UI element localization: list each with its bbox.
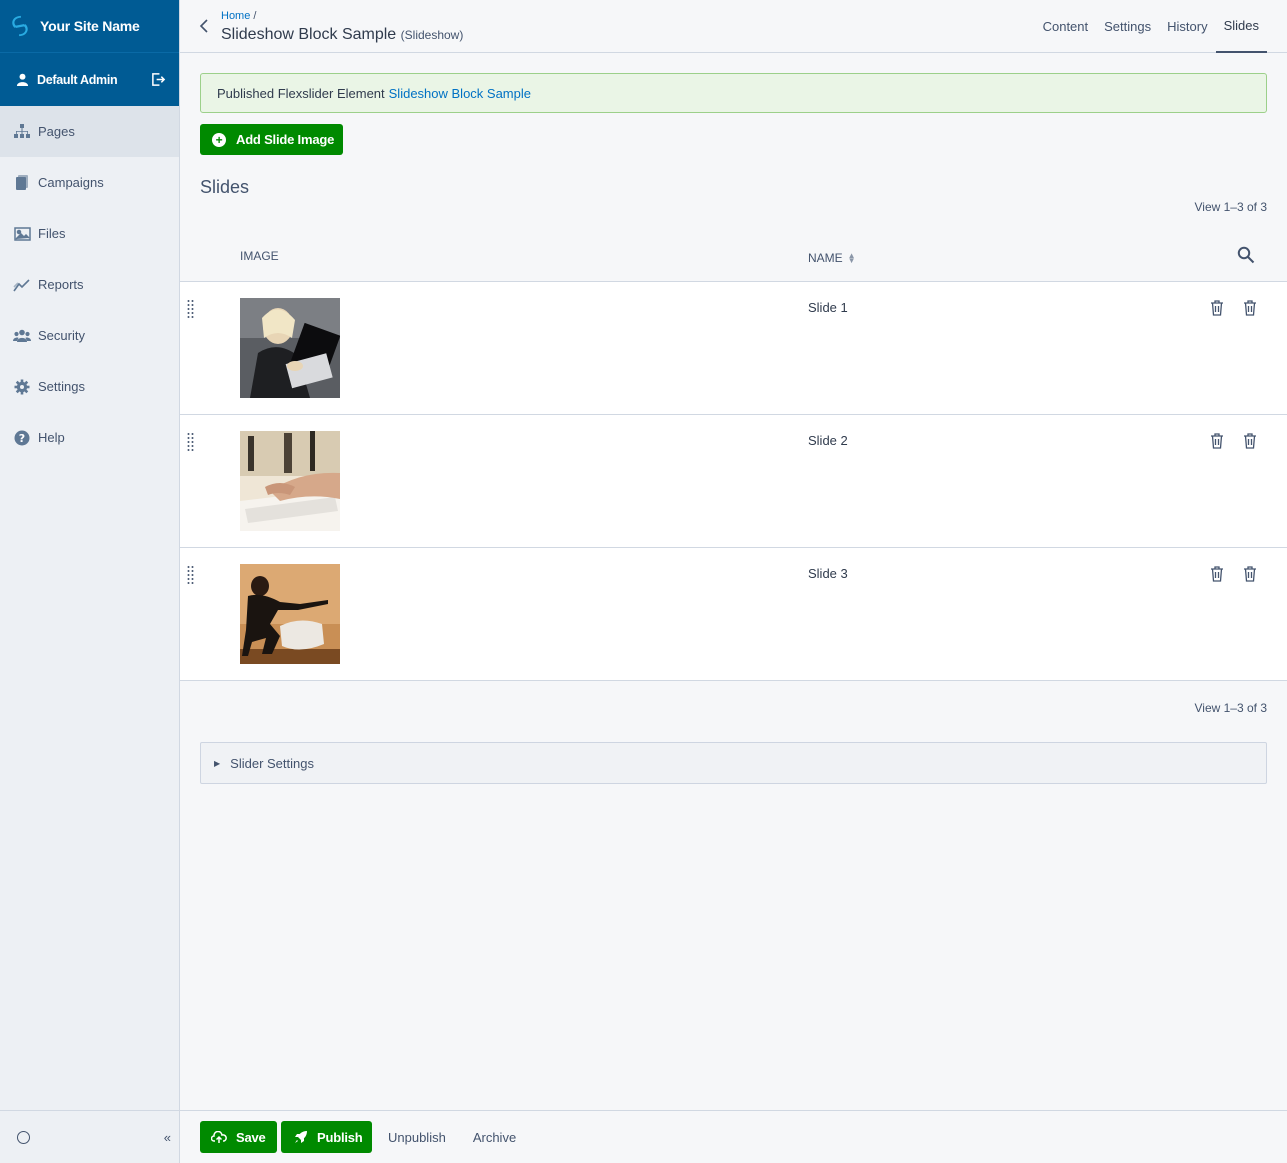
- image-icon: [13, 225, 31, 243]
- collapse-sidebar-button[interactable]: «: [164, 1130, 171, 1145]
- breadcrumb-home-link[interactable]: Home: [221, 10, 250, 22]
- slide-thumbnail: [240, 298, 340, 398]
- user-icon: [16, 73, 29, 86]
- user-bar: Default Admin: [0, 52, 179, 106]
- sort-icon: ▲ ▼: [847, 251, 856, 265]
- column-header-name[interactable]: NAME ▲ ▼: [808, 251, 856, 265]
- alert-link[interactable]: Slideshow Block Sample: [389, 86, 531, 101]
- grid-header: IMAGE NAME ▲ ▼: [180, 233, 1287, 282]
- trash-icon[interactable]: [1243, 300, 1257, 316]
- sitemap-icon: [13, 123, 31, 141]
- save-label: Save: [236, 1129, 266, 1145]
- sidebar-footer: «: [0, 1110, 179, 1163]
- add-slide-image-label: Add Slide Image: [236, 132, 335, 147]
- nav-label: Campaigns: [38, 175, 104, 190]
- campaigns-icon: [13, 174, 31, 192]
- table-row[interactable]: Slide 1: [180, 282, 1287, 415]
- caret-right-icon: ▶: [214, 758, 221, 768]
- delete-icon[interactable]: [1210, 566, 1224, 582]
- plus-circle-icon: +: [212, 132, 226, 147]
- table-row[interactable]: Slide 2: [180, 415, 1287, 548]
- rocket-icon: [295, 1131, 307, 1143]
- page-title-text: Slideshow Block Sample: [221, 26, 397, 43]
- slides-grid: IMAGE NAME ▲ ▼ Slide 1 Slide 2 Slide 3: [180, 233, 1287, 681]
- search-icon[interactable]: [1237, 246, 1255, 264]
- save-button[interactable]: Save: [200, 1121, 277, 1153]
- page-subtitle: (Slideshow): [400, 28, 464, 42]
- nav-label: Pages: [38, 124, 75, 139]
- tab-history[interactable]: History: [1159, 0, 1215, 53]
- site-logo-icon: [12, 15, 28, 37]
- header-tabs: Content Settings History Slides: [1035, 0, 1267, 53]
- table-row[interactable]: Slide 3: [180, 548, 1287, 681]
- page-header: Home / Slideshow Block Sample (Slideshow…: [180, 0, 1287, 53]
- alert-text: Published Flexslider Element: [217, 85, 385, 101]
- nav-label: Help: [38, 430, 65, 445]
- sidebar: Your Site Name Default Admin Pages Campa…: [0, 0, 180, 1163]
- main-nav: Pages Campaigns Files Reports Security S…: [0, 106, 179, 463]
- cloud-upload-icon: [211, 1130, 227, 1143]
- nav-item-security[interactable]: Security: [0, 310, 179, 361]
- nav-label: Settings: [38, 379, 85, 394]
- chart-line-icon: [13, 276, 31, 294]
- breadcrumb-separator: /: [253, 10, 257, 22]
- user-name[interactable]: Default Admin: [37, 73, 151, 87]
- tab-slides[interactable]: Slides: [1215, 0, 1267, 53]
- status-circle-icon[interactable]: [17, 1130, 30, 1144]
- users-icon: [13, 327, 31, 345]
- tab-settings[interactable]: Settings: [1096, 0, 1159, 53]
- delete-icon[interactable]: [1210, 433, 1224, 449]
- nav-label: Security: [38, 328, 85, 343]
- nav-item-files[interactable]: Files: [0, 208, 179, 259]
- help-icon: ?: [13, 429, 31, 447]
- slide-thumbnail: [240, 431, 340, 531]
- drag-handle-icon[interactable]: [187, 432, 194, 452]
- unpublish-button[interactable]: Unpublish: [388, 1130, 446, 1145]
- drag-handle-icon[interactable]: [187, 299, 194, 319]
- slide-name[interactable]: Slide 3: [808, 566, 848, 581]
- nav-item-pages[interactable]: Pages: [0, 106, 179, 157]
- column-header-name-label: NAME: [808, 251, 843, 265]
- trash-icon[interactable]: [1243, 566, 1257, 582]
- nav-item-settings[interactable]: Settings: [0, 361, 179, 412]
- slide-thumbnail: [240, 564, 340, 664]
- slide-name[interactable]: Slide 2: [808, 433, 848, 448]
- site-name: Your Site Name: [40, 18, 140, 34]
- trash-icon[interactable]: [1243, 433, 1257, 449]
- archive-button[interactable]: Archive: [473, 1130, 516, 1145]
- view-count-top: View 1–3 of 3: [1194, 200, 1268, 214]
- svg-text:?: ?: [19, 432, 25, 445]
- success-alert: Published Flexslider Element Slideshow B…: [200, 73, 1267, 113]
- slider-settings-accordion[interactable]: ▶ Slider Settings: [200, 742, 1267, 784]
- brand-bar[interactable]: Your Site Name: [0, 0, 179, 52]
- accordion-label: Slider Settings: [230, 755, 314, 771]
- publish-label: Publish: [317, 1129, 363, 1145]
- tab-content[interactable]: Content: [1035, 0, 1097, 53]
- view-count-bottom: View 1–3 of 3: [1194, 701, 1268, 715]
- nav-label: Files: [38, 226, 66, 241]
- action-bar: Save Publish Unpublish Archive: [180, 1110, 1287, 1163]
- section-title: Slides: [200, 177, 250, 197]
- gear-icon: [13, 378, 31, 396]
- publish-button[interactable]: Publish: [281, 1121, 372, 1153]
- delete-icon[interactable]: [1210, 300, 1224, 316]
- page-title: Slideshow Block Sample (Slideshow): [221, 26, 463, 44]
- breadcrumb: Home /: [221, 10, 256, 22]
- add-slide-image-button[interactable]: + Add Slide Image: [200, 124, 343, 155]
- back-arrow-icon[interactable]: [197, 17, 211, 35]
- slide-name[interactable]: Slide 1: [808, 300, 848, 315]
- nav-item-help[interactable]: ? Help: [0, 412, 179, 463]
- main-content: Published Flexslider Element Slideshow B…: [180, 53, 1287, 1110]
- column-header-image: IMAGE: [240, 249, 279, 263]
- logout-icon[interactable]: [151, 72, 166, 87]
- nav-item-reports[interactable]: Reports: [0, 259, 179, 310]
- nav-label: Reports: [38, 277, 84, 292]
- nav-item-campaigns[interactable]: Campaigns: [0, 157, 179, 208]
- drag-handle-icon[interactable]: [187, 565, 194, 585]
